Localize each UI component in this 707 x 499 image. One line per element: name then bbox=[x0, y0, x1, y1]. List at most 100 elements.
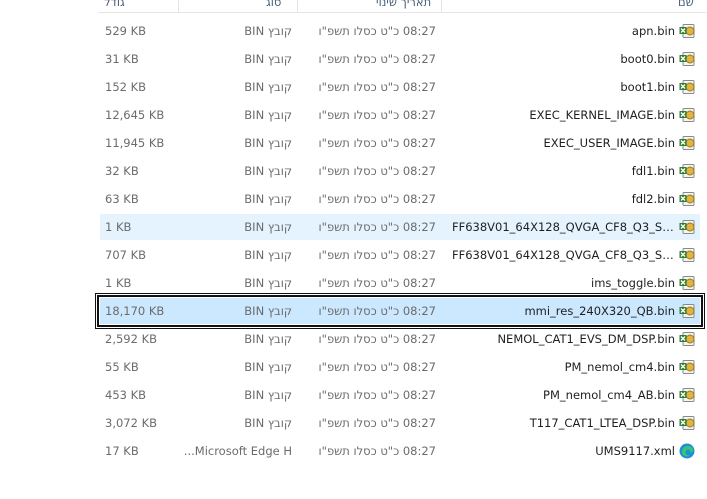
bin-file-icon bbox=[679, 80, 695, 94]
file-row[interactable]: 32 KB קובץ BIN 08:27 כ"ט כסלו תשפ"ו fdl1.bi… bbox=[100, 158, 700, 184]
file-row[interactable]: 11,945 KB קובץ BIN 08:27 כ"ט כסלו תשפ"ו EXE… bbox=[100, 130, 700, 156]
file-name[interactable]: T117_CAT1_LTEA_DSP.bin bbox=[452, 410, 675, 436]
column-header-size[interactable]: גודל bbox=[104, 0, 125, 12]
column-header-date-modified[interactable]: תאריך שינוי bbox=[376, 0, 431, 12]
file-date-modified: 08:27 כ"ט כסלו תשפ"ו bbox=[318, 276, 436, 290]
file-date-modified: 08:27 כ"ט כסלו תשפ"ו bbox=[318, 80, 436, 94]
column-header-type[interactable]: סוג bbox=[266, 0, 281, 12]
file-type: קובץ BIN bbox=[244, 164, 292, 178]
file-type: קובץ BIN bbox=[244, 332, 292, 346]
file-date-modified: 08:27 כ"ט כסלו תשפ"ו bbox=[318, 52, 436, 66]
file-date-modified: 08:27 כ"ט כסלו תשפ"ו bbox=[318, 416, 436, 430]
column-divider[interactable] bbox=[178, 0, 179, 12]
file-size: 12,645 KB bbox=[105, 108, 165, 122]
file-name[interactable]: FF638V01_64X128_QVGA_CF8_Q3_SKU2_... bbox=[452, 242, 675, 268]
file-row[interactable]: 1 KB קובץ BIN 08:27 כ"ט כסלו תשפ"ו FF638V01… bbox=[100, 214, 700, 240]
bin-file-icon bbox=[679, 388, 695, 402]
file-size: 17 KB bbox=[105, 444, 139, 458]
file-date-modified: 08:27 כ"ט כסלו תשפ"ו bbox=[318, 360, 436, 374]
file-date-modified: 08:27 כ"ט כסלו תשפ"ו bbox=[318, 108, 436, 122]
bin-file-icon bbox=[679, 164, 695, 178]
file-size: 3,072 KB bbox=[105, 416, 158, 430]
file-size: 2,592 KB bbox=[105, 332, 158, 346]
file-row[interactable]: 18,170 KB קובץ BIN 08:27 כ"ט כסלו תשפ"ו mmi… bbox=[97, 295, 703, 327]
bin-file-icon bbox=[679, 276, 695, 290]
bin-file-icon bbox=[679, 416, 695, 430]
bin-file-icon bbox=[679, 24, 695, 38]
file-type: קובץ BIN bbox=[244, 220, 292, 234]
file-name[interactable]: boot0.bin bbox=[452, 46, 675, 72]
file-row[interactable]: 12,645 KB קובץ BIN 08:27 כ"ט כסלו תשפ"ו EXE… bbox=[100, 102, 700, 128]
bin-file-icon bbox=[679, 192, 695, 206]
file-size: 63 KB bbox=[105, 192, 139, 206]
column-header-name[interactable]: שם bbox=[678, 0, 694, 12]
file-row[interactable]: 2,592 KB קובץ BIN 08:27 כ"ט כסלו תשפ"ו NEMO… bbox=[100, 326, 700, 352]
column-divider[interactable] bbox=[297, 0, 298, 12]
file-size: 1 KB bbox=[105, 220, 132, 234]
file-type: קובץ BIN bbox=[244, 248, 292, 262]
bin-file-icon bbox=[679, 248, 695, 262]
file-size: 707 KB bbox=[105, 248, 147, 262]
bin-file-icon bbox=[679, 332, 695, 346]
file-date-modified: 08:27 כ"ט כסלו תשפ"ו bbox=[318, 388, 436, 402]
file-size: 11,945 KB bbox=[105, 136, 165, 150]
edge-xml-file-icon bbox=[679, 443, 695, 459]
file-size: 31 KB bbox=[105, 52, 139, 66]
file-size: 152 KB bbox=[105, 80, 147, 94]
file-name[interactable]: NEMOL_CAT1_EVS_DM_DSP.bin bbox=[452, 326, 675, 352]
file-date-modified: 08:27 כ"ט כסלו תשפ"ו bbox=[318, 136, 436, 150]
file-row[interactable]: 707 KB קובץ BIN 08:27 כ"ט כסלו תשפ"ו FF638V… bbox=[100, 242, 700, 268]
file-name[interactable]: FF638V01_64X128_QVGA_CF8_Q3_SKU2_... bbox=[452, 214, 675, 240]
file-name[interactable]: boot1.bin bbox=[452, 74, 675, 100]
file-name[interactable]: mmi_res_240X320_QB.bin bbox=[452, 298, 675, 324]
file-row[interactable]: 55 KB קובץ BIN 08:27 כ"ט כסלו תשפ"ו PM_nemo… bbox=[100, 354, 700, 380]
file-size: 55 KB bbox=[105, 360, 139, 374]
file-name[interactable]: fdl1.bin bbox=[452, 158, 675, 184]
file-date-modified: 08:27 כ"ט כסלו תשפ"ו bbox=[318, 444, 436, 458]
file-type: קובץ BIN bbox=[244, 136, 292, 150]
file-date-modified: 08:27 כ"ט כסלו תשפ"ו bbox=[318, 164, 436, 178]
file-type: Microsoft Edge H... bbox=[183, 444, 292, 458]
file-name[interactable]: EXEC_KERNEL_IMAGE.bin bbox=[452, 102, 675, 128]
file-date-modified: 08:27 כ"ט כסלו תשפ"ו bbox=[318, 192, 436, 206]
file-name[interactable]: UMS9117.xml bbox=[452, 438, 675, 464]
file-row[interactable]: 1 KB קובץ BIN 08:27 כ"ט כסלו תשפ"ו ims_togg… bbox=[100, 270, 700, 296]
file-name[interactable]: fdl2.bin bbox=[452, 186, 675, 212]
file-name[interactable]: PM_nemol_cm4_AB.bin bbox=[452, 382, 675, 408]
file-type: קובץ BIN bbox=[244, 52, 292, 66]
file-type: קובץ BIN bbox=[244, 192, 292, 206]
file-date-modified: 08:27 כ"ט כסלו תשפ"ו bbox=[318, 332, 436, 346]
file-size: 453 KB bbox=[105, 388, 147, 402]
bin-file-icon bbox=[679, 360, 695, 374]
file-row[interactable]: 63 KB קובץ BIN 08:27 כ"ט כסלו תשפ"ו fdl2.bi… bbox=[100, 186, 700, 212]
file-row[interactable]: 17 KB Microsoft Edge H... 08:27 כ"ט כסלו ת… bbox=[100, 438, 700, 464]
bin-file-icon bbox=[679, 52, 695, 66]
file-row[interactable]: 453 KB קובץ BIN 08:27 כ"ט כסלו תשפ"ו PM_nem… bbox=[100, 382, 700, 408]
bin-file-icon bbox=[679, 304, 695, 318]
file-name[interactable]: PM_nemol_cm4.bin bbox=[452, 354, 675, 380]
file-size: 1 KB bbox=[105, 276, 132, 290]
bin-file-icon bbox=[679, 220, 695, 234]
file-type: קובץ BIN bbox=[244, 416, 292, 430]
file-type: קובץ BIN bbox=[244, 108, 292, 122]
file-size: 18,170 KB bbox=[105, 304, 165, 318]
file-name[interactable]: ims_toggle.bin bbox=[452, 270, 675, 296]
file-row[interactable]: 152 KB קובץ BIN 08:27 כ"ט כסלו תשפ"ו boot1.… bbox=[100, 74, 700, 100]
column-divider[interactable] bbox=[441, 0, 442, 12]
file-date-modified: 08:27 כ"ט כסלו תשפ"ו bbox=[318, 248, 436, 262]
file-row[interactable]: 3,072 KB קובץ BIN 08:27 כ"ט כסלו תשפ"ו T117… bbox=[100, 410, 700, 436]
file-type: קובץ BIN bbox=[244, 276, 292, 290]
bin-file-icon bbox=[679, 108, 695, 122]
file-row[interactable]: 529 KB קובץ BIN 08:27 כ"ט כסלו תשפ"ו apn.bi… bbox=[100, 18, 700, 44]
file-type: קובץ BIN bbox=[244, 24, 292, 38]
file-size: 32 KB bbox=[105, 164, 139, 178]
file-name[interactable]: apn.bin bbox=[452, 18, 675, 44]
file-name[interactable]: EXEC_USER_IMAGE.bin bbox=[452, 130, 675, 156]
file-row[interactable]: 31 KB קובץ BIN 08:27 כ"ט כסלו תשפ"ו boot0.b… bbox=[100, 46, 700, 72]
file-type: קובץ BIN bbox=[244, 80, 292, 94]
file-date-modified: 08:27 כ"ט כסלו תשפ"ו bbox=[318, 24, 436, 38]
file-type: קובץ BIN bbox=[244, 388, 292, 402]
file-date-modified: 08:27 כ"ט כסלו תשפ"ו bbox=[318, 220, 436, 234]
bin-file-icon bbox=[679, 136, 695, 150]
file-type: קובץ BIN bbox=[244, 304, 292, 318]
